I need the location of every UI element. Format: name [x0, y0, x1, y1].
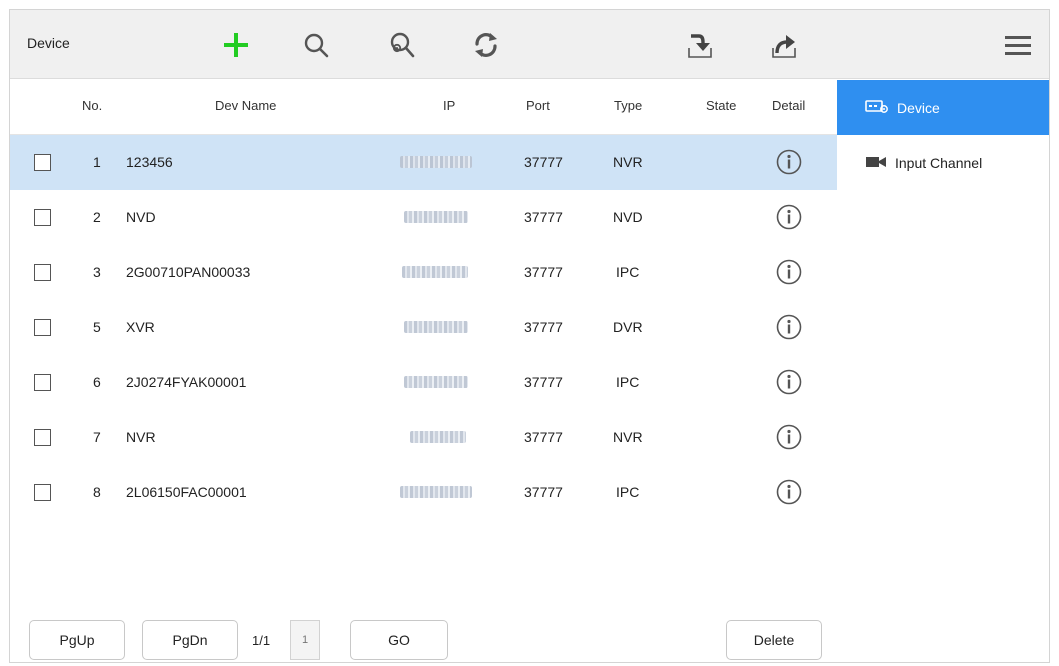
side-item-label: Input Channel: [895, 154, 983, 171]
cell-dev-name: 2L06150FAC00001: [126, 484, 247, 500]
row-checkbox[interactable]: [34, 374, 51, 391]
search-button[interactable]: [298, 27, 334, 63]
go-button[interactable]: GO: [350, 620, 448, 660]
cell-no: 8: [93, 484, 101, 500]
page-down-button[interactable]: PgDn: [142, 620, 238, 660]
cell-no: 6: [93, 374, 101, 390]
page-indicator: 1/1: [252, 633, 271, 648]
add-button[interactable]: [218, 27, 254, 63]
cell-dev-name: NVD: [126, 209, 156, 225]
cell-port: 37777: [524, 429, 563, 445]
cell-port: 37777: [524, 209, 563, 225]
device-table: No. Dev Name IP Port Type State Detail 1…: [10, 80, 837, 520]
page-title: Device: [27, 35, 70, 51]
export-icon: [772, 35, 796, 58]
export-button[interactable]: [766, 27, 802, 63]
side-panel: Device Input Channel: [837, 80, 1049, 662]
cell-ip-obscured: [404, 321, 468, 333]
refresh-icon: [475, 33, 497, 57]
side-item-label: Device: [897, 99, 940, 116]
info-icon[interactable]: [776, 369, 802, 395]
info-icon[interactable]: [776, 149, 802, 175]
cell-ip-obscured: [410, 431, 466, 443]
cell-type: NVR: [613, 429, 643, 445]
cell-port: 37777: [524, 374, 563, 390]
menu-icon: [1005, 36, 1031, 55]
header-type: Type: [614, 98, 643, 113]
add-icon: [224, 33, 248, 57]
cell-ip-obscured: [402, 266, 468, 278]
cell-no: 1: [93, 154, 101, 170]
row-checkbox[interactable]: [34, 154, 51, 171]
search-icon: [304, 33, 329, 58]
table-row[interactable]: 3 2G00710PAN00033 37777 IPC: [10, 245, 837, 300]
import-icon: [688, 34, 712, 58]
table-row[interactable]: 1 123456 37777 NVR: [10, 135, 837, 190]
row-checkbox[interactable]: [34, 264, 51, 281]
cell-type: IPC: [616, 264, 640, 280]
header-dev-name: Dev Name: [215, 98, 277, 113]
toolbar: Device: [10, 10, 1049, 79]
cell-ip-obscured: [404, 211, 468, 223]
header-state: State: [706, 98, 737, 113]
header-no: No.: [82, 98, 103, 113]
cell-type: DVR: [613, 319, 643, 335]
side-item-device[interactable]: Device: [837, 80, 1049, 135]
info-icon[interactable]: [776, 314, 802, 340]
import-button[interactable]: [682, 27, 718, 63]
page-up-button[interactable]: PgUp: [29, 620, 125, 660]
info-icon[interactable]: [776, 204, 802, 230]
cell-ip-obscured: [400, 156, 472, 168]
header-detail: Detail: [772, 98, 806, 113]
cell-type: IPC: [616, 374, 640, 390]
cell-dev-name: 2J0274FYAK00001: [126, 374, 247, 390]
info-icon[interactable]: [776, 259, 802, 285]
cell-no: 7: [93, 429, 101, 445]
cell-dev-name: 2G00710PAN00033: [126, 264, 251, 280]
cell-ip-obscured: [404, 376, 468, 388]
device-manager-window: Device No. Dev Name IP Port Type State D…: [9, 9, 1050, 663]
cell-ip-obscured: [400, 486, 472, 498]
page-number-input[interactable]: [290, 620, 320, 660]
cell-port: 37777: [524, 154, 563, 170]
table-row[interactable]: 6 2J0274FYAK00001 37777 IPC: [10, 355, 837, 410]
cell-port: 37777: [524, 484, 563, 500]
cell-type: NVR: [613, 154, 643, 170]
row-checkbox[interactable]: [34, 319, 51, 336]
cell-port: 37777: [524, 264, 563, 280]
table-row[interactable]: 5 XVR 37777 DVR: [10, 300, 837, 355]
header-port: Port: [526, 98, 550, 113]
cell-port: 37777: [524, 319, 563, 335]
side-item-input-channel[interactable]: Input Channel: [837, 135, 1049, 190]
camera-icon: [865, 154, 887, 171]
info-icon[interactable]: [776, 479, 802, 505]
cell-type: IPC: [616, 484, 640, 500]
device-icon: [865, 99, 889, 116]
table-header: No. Dev Name IP Port Type State Detail: [10, 80, 837, 135]
cell-no: 5: [93, 319, 101, 335]
cell-dev-name: 123456: [126, 154, 173, 170]
table-row[interactable]: 2 NVD 37777 NVD: [10, 190, 837, 245]
table-row[interactable]: 7 NVR 37777 NVR: [10, 410, 837, 465]
row-checkbox[interactable]: [34, 429, 51, 446]
cell-dev-name: NVR: [126, 429, 156, 445]
cell-no: 2: [93, 209, 101, 225]
cell-no: 3: [93, 264, 101, 280]
info-icon[interactable]: [776, 424, 802, 450]
row-checkbox[interactable]: [34, 209, 51, 226]
advanced-search-button[interactable]: [384, 27, 420, 63]
table-row[interactable]: 8 2L06150FAC00001 37777 IPC: [10, 465, 837, 520]
cell-dev-name: XVR: [126, 319, 155, 335]
advanced-search-icon: [390, 32, 415, 58]
row-checkbox[interactable]: [34, 484, 51, 501]
menu-button[interactable]: [1000, 27, 1036, 63]
refresh-button[interactable]: [468, 27, 504, 63]
cell-type: NVD: [613, 209, 643, 225]
header-ip: IP: [443, 98, 456, 113]
delete-button[interactable]: Delete: [726, 620, 822, 660]
